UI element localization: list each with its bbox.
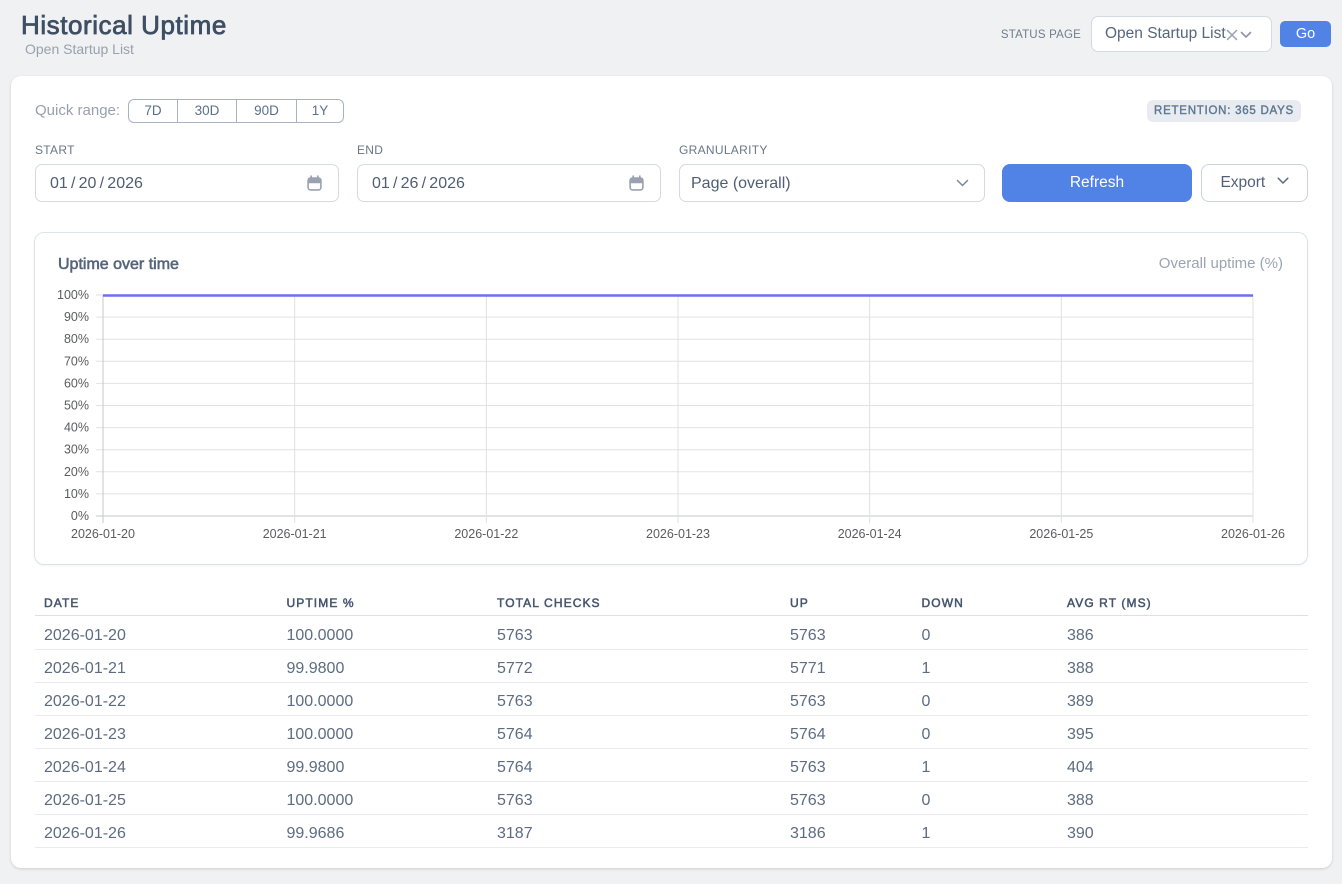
svg-text:20%: 20%: [64, 465, 89, 479]
svg-text:2026-01-21: 2026-01-21: [263, 527, 327, 541]
svg-text:40%: 40%: [64, 421, 89, 435]
svg-text:10%: 10%: [64, 487, 89, 501]
svg-text:2026-01-20: 2026-01-20: [71, 527, 135, 541]
svg-text:60%: 60%: [64, 376, 89, 390]
svg-text:50%: 50%: [64, 399, 89, 413]
svg-text:0%: 0%: [71, 509, 89, 523]
svg-text:2026-01-23: 2026-01-23: [646, 527, 710, 541]
svg-text:2026-01-26: 2026-01-26: [1221, 527, 1285, 541]
svg-text:2026-01-25: 2026-01-25: [1029, 527, 1093, 541]
svg-text:30%: 30%: [64, 443, 89, 457]
svg-text:80%: 80%: [64, 332, 89, 346]
svg-text:2026-01-22: 2026-01-22: [454, 527, 518, 541]
svg-text:90%: 90%: [64, 310, 89, 324]
svg-text:70%: 70%: [64, 354, 89, 368]
svg-text:100%: 100%: [57, 288, 89, 302]
svg-text:2026-01-24: 2026-01-24: [838, 527, 902, 541]
